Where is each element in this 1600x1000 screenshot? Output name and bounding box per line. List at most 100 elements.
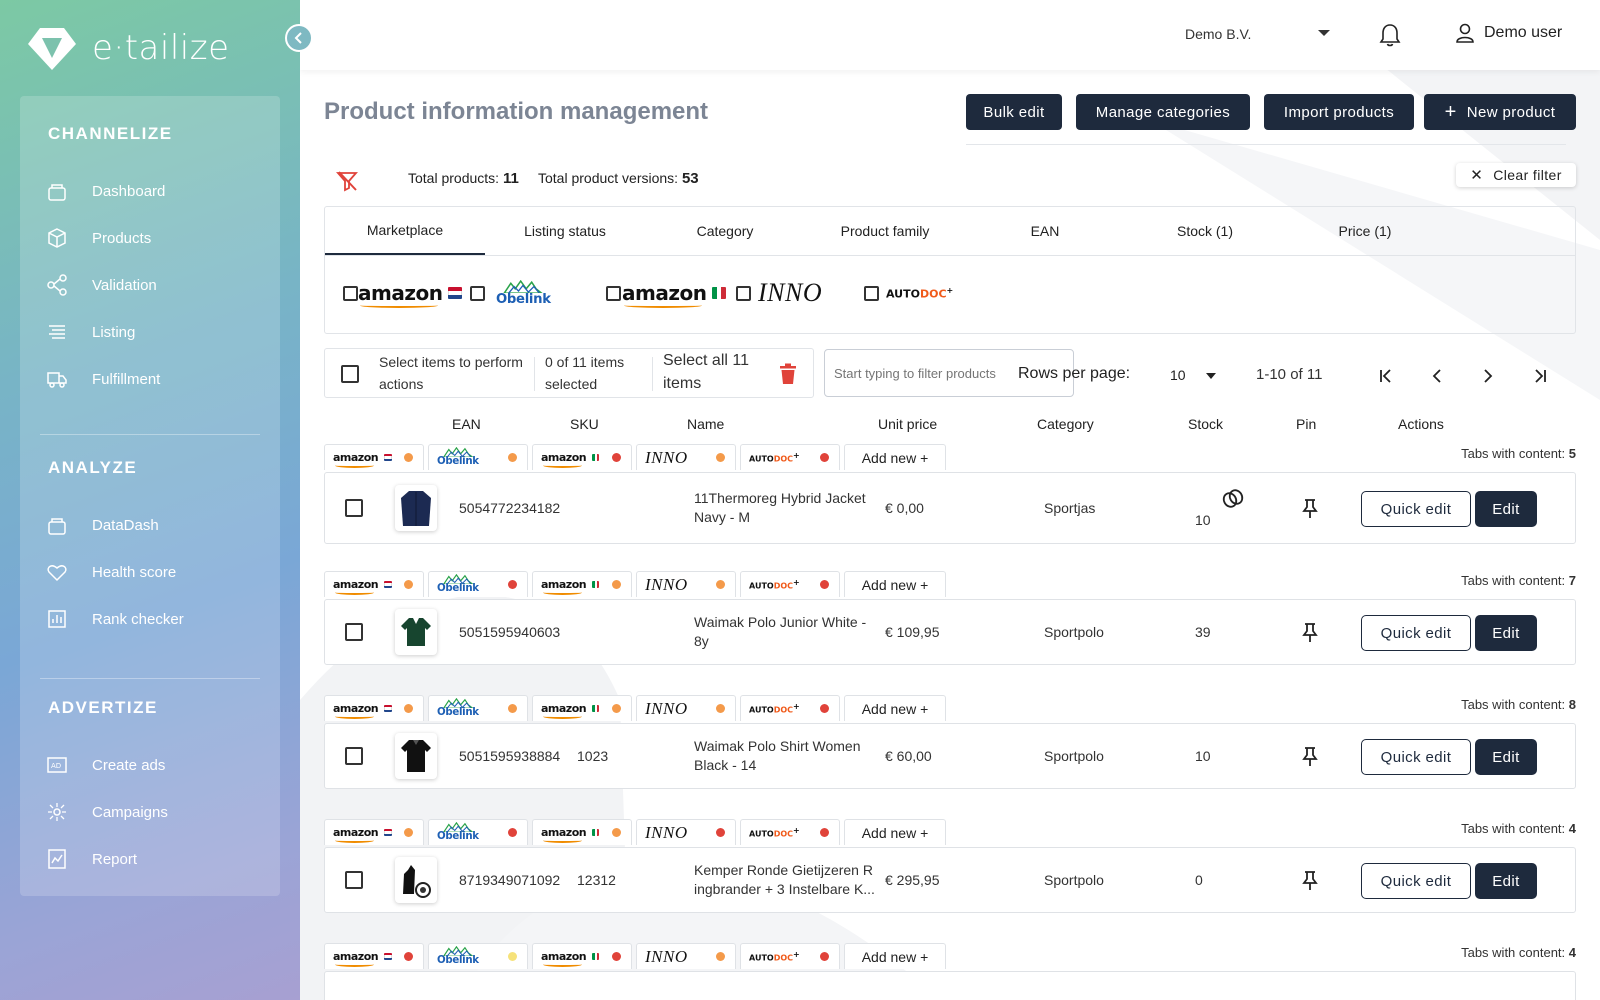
row-checkbox[interactable] xyxy=(345,499,363,517)
add-new-tab-button[interactable]: Add new + xyxy=(844,943,946,969)
marketplace-tab-autodoc[interactable]: AUTODOC+ xyxy=(740,943,840,969)
marketplace-tab-amazon-nl[interactable]: amazon xyxy=(324,943,424,969)
quick-edit-button[interactable]: Quick edit xyxy=(1361,863,1471,899)
product-thumbnail[interactable] xyxy=(395,733,437,779)
manage-categories-button[interactable]: Manage categories xyxy=(1076,94,1250,130)
marketplace-tab-autodoc[interactable]: AUTODOC+ xyxy=(740,571,840,597)
edit-button[interactable]: Edit xyxy=(1475,615,1537,651)
product-thumbnail[interactable] xyxy=(395,857,437,903)
sidebar-item-create-ads[interactable]: AD Create ads xyxy=(46,753,165,777)
column-header-ean[interactable]: EAN xyxy=(452,416,481,432)
marketplace-tab-amazon-it[interactable]: amazon xyxy=(532,695,632,721)
pin-icon[interactable] xyxy=(1301,871,1319,891)
sidebar-item-fulfillment[interactable]: Fulfillment xyxy=(46,367,160,391)
brand[interactable]: e·tailize xyxy=(26,24,230,72)
collapse-sidebar-button[interactable] xyxy=(285,24,313,52)
product-thumbnail[interactable] xyxy=(395,609,437,655)
marketplace-checkbox[interactable] xyxy=(736,286,751,301)
marketplace-tab-obelink[interactable]: Obelink xyxy=(428,571,528,597)
trash-icon[interactable] xyxy=(779,363,797,385)
add-new-tab-button[interactable]: Add new + xyxy=(844,444,946,470)
prev-page-button[interactable] xyxy=(1425,364,1449,388)
linked-stock-icon[interactable] xyxy=(1221,487,1245,511)
marketplace-tab-amazon-nl[interactable]: amazon xyxy=(324,819,424,845)
quick-edit-button[interactable]: Quick edit xyxy=(1361,615,1471,651)
marketplace-tab-autodoc[interactable]: AUTODOC+ xyxy=(740,444,840,470)
marketplace-tab-obelink[interactable]: Obelink xyxy=(428,695,528,721)
column-header-unit-price[interactable]: Unit price xyxy=(878,416,937,432)
sidebar-item-health-score[interactable]: Health score xyxy=(46,560,176,584)
pin-icon[interactable] xyxy=(1301,499,1319,519)
marketplace-checkbox[interactable] xyxy=(606,286,621,301)
bell-icon[interactable] xyxy=(1378,22,1402,48)
sidebar-item-dashboard[interactable]: Dashboard xyxy=(46,179,165,203)
new-product-button[interactable]: + New product xyxy=(1424,94,1576,130)
caret-down-icon[interactable] xyxy=(1206,373,1216,379)
tab-product-family[interactable]: Product family xyxy=(805,207,965,255)
next-page-button[interactable] xyxy=(1476,364,1500,388)
marketplace-checkbox[interactable] xyxy=(343,286,358,301)
tab-marketplace[interactable]: Marketplace xyxy=(325,207,485,255)
last-page-button[interactable] xyxy=(1528,364,1552,388)
marketplace-tab-amazon-it[interactable]: amazon xyxy=(532,444,632,470)
select-all-checkbox[interactable] xyxy=(341,365,359,383)
marketplace-tab-obelink[interactable]: Obelink xyxy=(428,444,528,470)
bulk-edit-button[interactable]: Bulk edit xyxy=(966,94,1062,130)
tab-stock-1[interactable]: Stock (1) xyxy=(1125,207,1285,255)
sidebar-item-datadash[interactable]: DataDash xyxy=(46,513,159,537)
quick-edit-button[interactable]: Quick edit xyxy=(1361,739,1471,775)
edit-button[interactable]: Edit xyxy=(1475,863,1537,899)
caret-down-icon[interactable] xyxy=(1318,30,1330,36)
import-products-button[interactable]: Import products xyxy=(1264,94,1414,130)
row-checkbox[interactable] xyxy=(345,747,363,765)
tab-price-1[interactable]: Price (1) xyxy=(1285,207,1445,255)
marketplace-tab-amazon-nl[interactable]: amazon xyxy=(324,571,424,597)
column-header-name[interactable]: Name xyxy=(687,416,724,432)
marketplace-tab-amazon-it[interactable]: amazon xyxy=(532,571,632,597)
first-page-button[interactable] xyxy=(1374,364,1398,388)
tab-ean[interactable]: EAN xyxy=(965,207,1125,255)
add-new-tab-button[interactable]: Add new + xyxy=(844,819,946,845)
clear-filter-button[interactable]: ✕ Clear filter xyxy=(1456,163,1576,187)
sidebar-item-rank-checker[interactable]: Rank checker xyxy=(46,607,184,631)
company-selector[interactable]: Demo B.V. xyxy=(1185,26,1251,42)
add-new-tab-button[interactable]: Add new + xyxy=(844,695,946,721)
add-new-tab-button[interactable]: Add new + xyxy=(844,571,946,597)
row-checkbox[interactable] xyxy=(345,871,363,889)
sidebar-item-campaigns[interactable]: Campaigns xyxy=(46,800,168,824)
marketplace-tab-amazon-it[interactable]: amazon xyxy=(532,819,632,845)
edit-button[interactable]: Edit xyxy=(1475,491,1537,527)
marketplace-tab-amazon-nl[interactable]: amazon xyxy=(324,444,424,470)
sidebar-item-report[interactable]: Report xyxy=(46,847,137,871)
tab-listing-status[interactable]: Listing status xyxy=(485,207,645,255)
tab-category[interactable]: Category xyxy=(645,207,805,255)
marketplace-tab-inno[interactable]: INNO xyxy=(636,819,736,845)
pin-icon[interactable] xyxy=(1301,623,1319,643)
marketplace-tab-autodoc[interactable]: AUTODOC+ xyxy=(740,819,840,845)
sidebar-item-products[interactable]: Products xyxy=(46,226,151,250)
cell-name[interactable]: Kemper Ronde Gietijzeren Ringbrander + 3… xyxy=(694,861,879,899)
marketplace-tab-amazon-nl[interactable]: amazon xyxy=(324,695,424,721)
rows-per-page-select[interactable]: 10 xyxy=(1170,367,1186,383)
product-thumbnail[interactable] xyxy=(395,485,437,531)
column-header-category[interactable]: Category xyxy=(1037,416,1094,432)
marketplace-tab-inno[interactable]: INNO xyxy=(636,571,736,597)
column-header-sku[interactable]: SKU xyxy=(570,416,599,432)
marketplace-tab-obelink[interactable]: Obelink xyxy=(428,819,528,845)
marketplace-tab-amazon-it[interactable]: amazon xyxy=(532,943,632,969)
user-menu[interactable]: Demo user xyxy=(1454,22,1562,44)
filter-off-icon[interactable] xyxy=(336,170,358,192)
marketplace-tab-obelink[interactable]: Obelink xyxy=(428,943,528,969)
sidebar-item-validation[interactable]: Validation xyxy=(46,273,157,297)
quick-edit-button[interactable]: Quick edit xyxy=(1361,491,1471,527)
marketplace-tab-inno[interactable]: INNO xyxy=(636,943,736,969)
sidebar-item-listing[interactable]: Listing xyxy=(46,320,135,344)
select-all-link[interactable]: Select all 11 items xyxy=(663,349,773,395)
row-checkbox[interactable] xyxy=(345,623,363,641)
marketplace-tab-inno[interactable]: INNO xyxy=(636,695,736,721)
marketplace-checkbox[interactable] xyxy=(864,286,879,301)
edit-button[interactable]: Edit xyxy=(1475,739,1537,775)
pin-icon[interactable] xyxy=(1301,747,1319,767)
cell-name[interactable]: Waimak Polo Junior White -8y xyxy=(694,613,879,651)
marketplace-tab-autodoc[interactable]: AUTODOC+ xyxy=(740,695,840,721)
